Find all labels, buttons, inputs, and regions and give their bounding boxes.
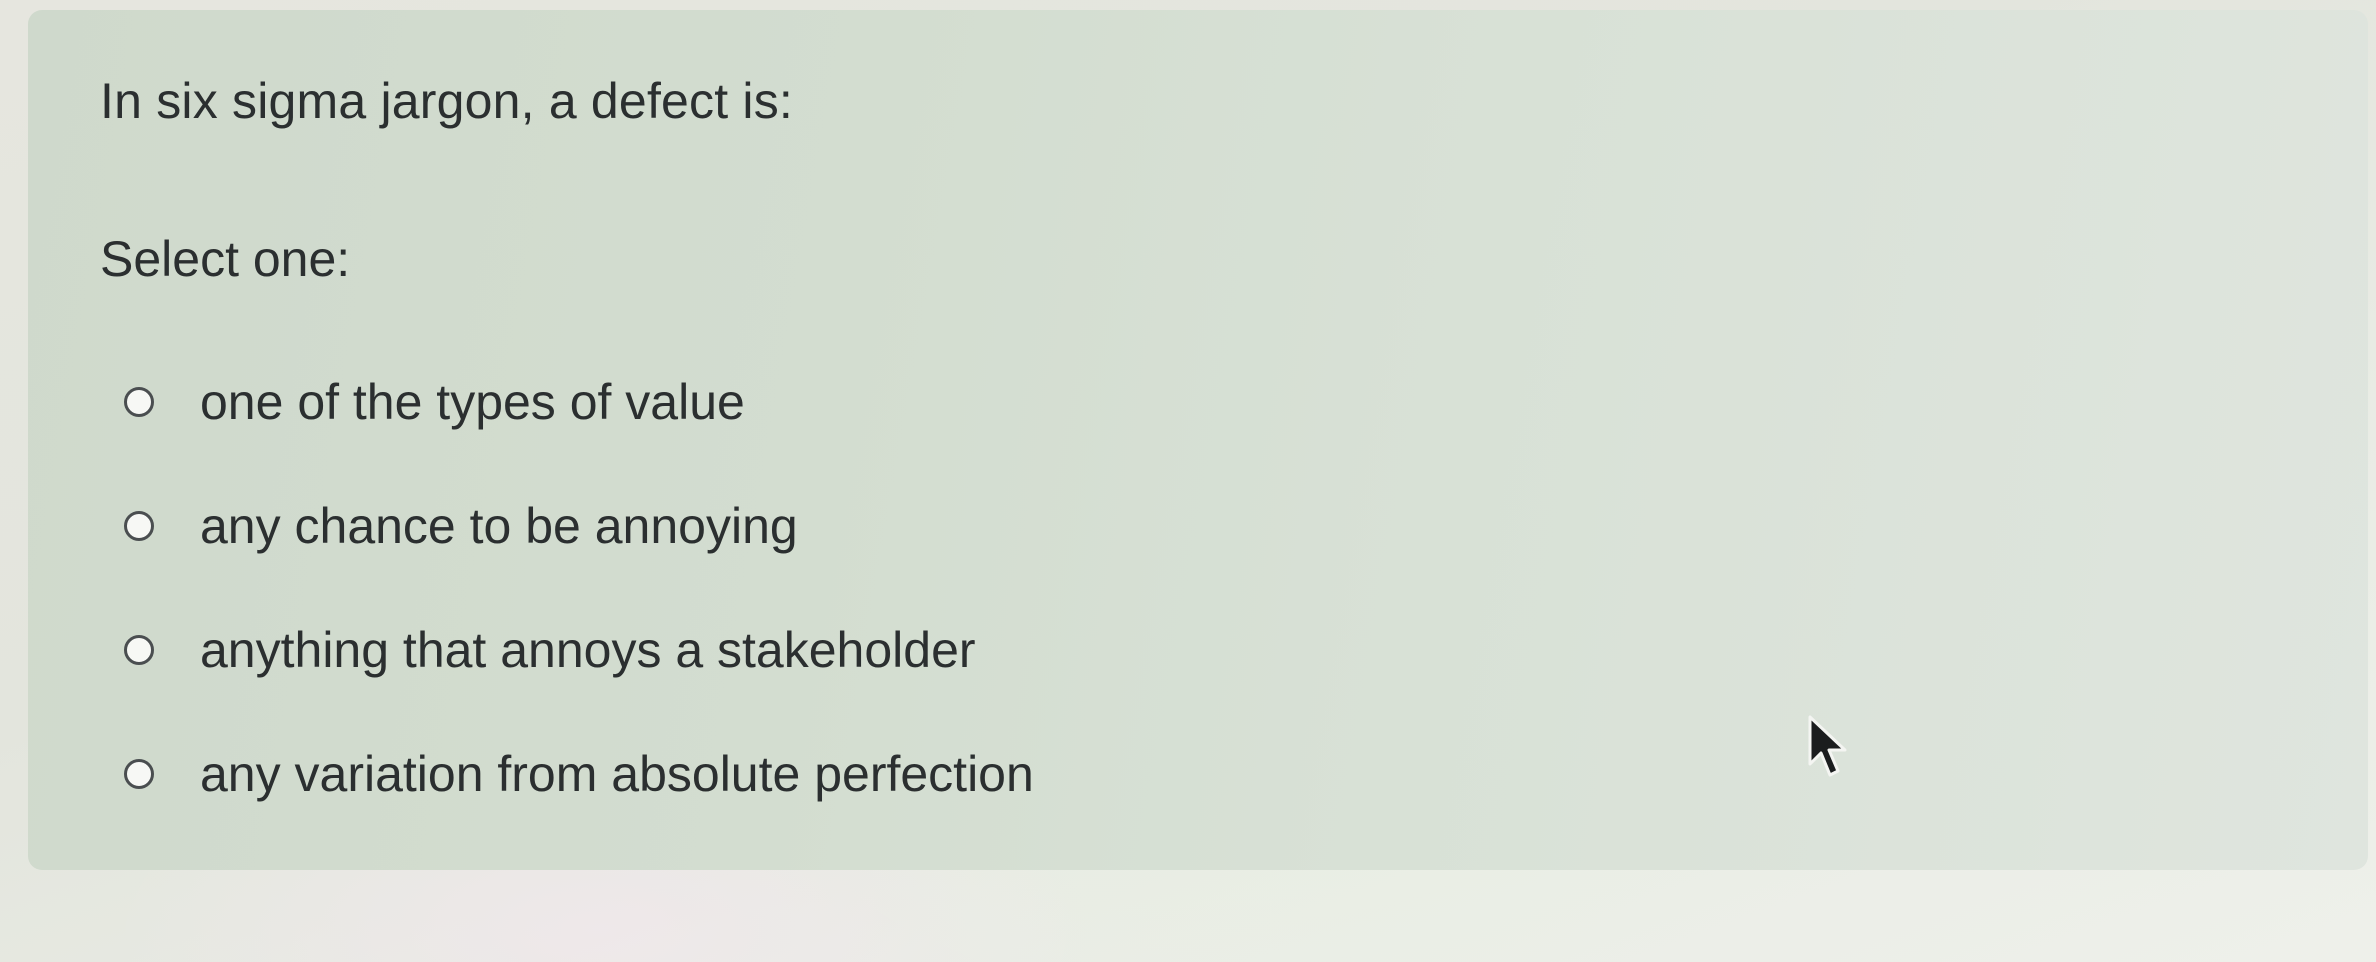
answer-option-label[interactable]: any chance to be annoying xyxy=(200,497,798,555)
answer-options: one of the types of value any chance to … xyxy=(124,340,1034,836)
radio-button-1[interactable] xyxy=(124,387,154,417)
answer-option-label[interactable]: any variation from absolute perfection xyxy=(200,745,1034,803)
answer-option-label[interactable]: anything that annoys a stakeholder xyxy=(200,621,976,679)
answer-option-4[interactable]: any variation from absolute perfection xyxy=(124,712,1034,836)
select-prompt: Select one: xyxy=(100,231,351,287)
radio-button-3[interactable] xyxy=(124,635,154,665)
answer-option-2[interactable]: any chance to be annoying xyxy=(124,464,1034,588)
question-text: In six sigma jargon, a defect is: xyxy=(100,73,794,129)
question-card: In six sigma jargon, a defect is: Select… xyxy=(28,10,2368,870)
answer-option-label[interactable]: one of the types of value xyxy=(200,373,745,431)
mouse-pointer-icon xyxy=(1808,715,1847,777)
radio-button-2[interactable] xyxy=(124,511,154,541)
radio-button-4[interactable] xyxy=(124,759,154,789)
answer-option-3[interactable]: anything that annoys a stakeholder xyxy=(124,588,1034,712)
answer-option-1[interactable]: one of the types of value xyxy=(124,340,1034,464)
